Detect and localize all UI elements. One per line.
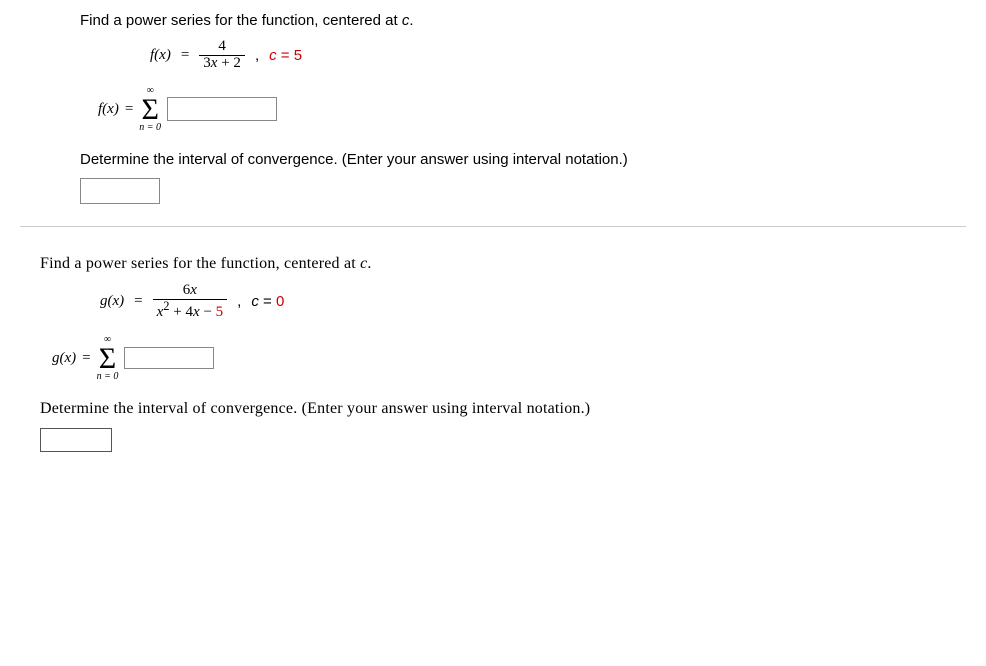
prompt-period: . — [409, 12, 413, 29]
series-answer-row: g(x) = ∞ Σ n = 0 — [52, 335, 966, 383]
series-fn-label: f(x) — [98, 101, 119, 118]
equals-sign: = — [125, 101, 133, 118]
convergence-prompt: Determine the interval of convergence. (… — [40, 400, 966, 418]
prompt-text: Find a power series for the function, ce… — [80, 12, 966, 29]
summation: ∞ Σ n = 0 — [97, 335, 119, 383]
comma: , — [255, 47, 259, 64]
den-3x: 3 — [203, 55, 211, 71]
c-eq: = 5 — [277, 47, 302, 64]
center-value: c = 5 — [269, 47, 302, 64]
c-eq: = — [259, 293, 276, 310]
c-var: c — [269, 47, 277, 64]
center-value: c = 0 — [251, 293, 284, 310]
convergence-prompt: Determine the interval of convergence. (… — [80, 151, 966, 168]
series-term-input[interactable] — [167, 97, 277, 121]
numerator: 6x — [179, 283, 201, 299]
den-rest: + 4x − 5 — [170, 304, 224, 320]
num-x: x — [190, 282, 197, 298]
equals-sign: = — [82, 350, 90, 367]
numerator: 4 — [214, 39, 230, 55]
function-label: g(x) — [100, 293, 124, 310]
c-var: c — [251, 293, 259, 310]
c-val: 0 — [276, 293, 284, 310]
denominator: 3x + 2 — [199, 56, 245, 72]
question-2: Find a power series for the function, ce… — [20, 255, 966, 452]
given-function: f(x) = 4 3x + 2 , c = 5 — [150, 39, 966, 72]
question-divider — [20, 226, 966, 227]
equals-sign: = — [181, 47, 189, 64]
prompt-prefix: Find a power series for the function, ce… — [40, 255, 360, 272]
prompt-prefix: Find a power series for the function, ce… — [80, 12, 402, 29]
given-function: g(x) = 6x x2 + 4x − 5 , c = 0 — [100, 283, 966, 321]
comma: , — [237, 293, 241, 310]
series-term-input[interactable] — [124, 347, 214, 369]
sum-lower-limit: n = 0 — [139, 123, 161, 133]
series-answer-row: f(x) = ∞ Σ n = 0 — [98, 86, 966, 134]
prompt-period: . — [367, 255, 371, 272]
sum-lower-limit: n = 0 — [97, 372, 119, 382]
question-1: Find a power series for the function, ce… — [20, 12, 966, 204]
equals-sign: = — [134, 293, 142, 310]
fraction: 4 3x + 2 — [199, 39, 245, 72]
interval-input[interactable] — [40, 428, 112, 452]
sigma-icon: Σ — [141, 97, 158, 123]
summation: ∞ Σ n = 0 — [139, 86, 161, 134]
series-fn-label: g(x) — [52, 350, 76, 367]
page: Find a power series for the function, ce… — [0, 0, 986, 472]
denominator: x2 + 4x − 5 — [153, 300, 228, 321]
function-label: f(x) — [150, 47, 171, 64]
interval-input[interactable] — [80, 178, 160, 204]
prompt-text: Find a power series for the function, ce… — [40, 255, 966, 273]
fraction: 6x x2 + 4x − 5 — [153, 283, 228, 321]
den-plus2: + 2 — [217, 55, 240, 71]
sigma-icon: Σ — [99, 346, 116, 372]
